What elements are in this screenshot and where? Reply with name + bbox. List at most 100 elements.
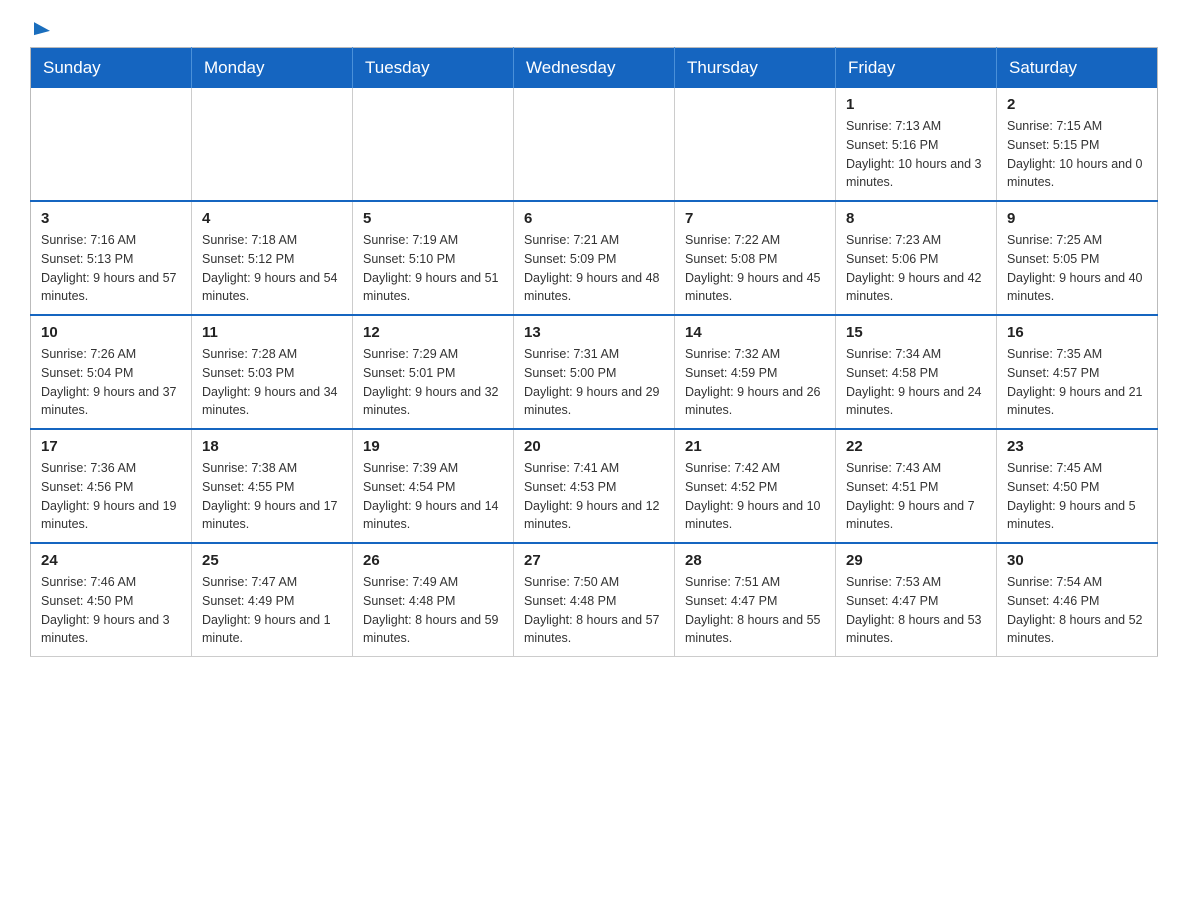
weekday-header-sunday: Sunday xyxy=(31,48,192,89)
day-number: 10 xyxy=(41,324,181,341)
week-row-3: 10 Sunrise: 7:26 AMSunset: 5:04 PMDayligh… xyxy=(31,315,1158,429)
weekday-header-thursday: Thursday xyxy=(675,48,836,89)
day-info: Sunrise: 7:22 AMSunset: 5:08 PMDaylight:… xyxy=(685,231,825,306)
day-number: 14 xyxy=(685,324,825,341)
calendar-cell: 29 Sunrise: 7:53 AMSunset: 4:47 PMDayligh… xyxy=(836,543,997,657)
calendar-cell: 21 Sunrise: 7:42 AMSunset: 4:52 PMDayligh… xyxy=(675,429,836,543)
weekday-header-saturday: Saturday xyxy=(997,48,1158,89)
day-info: Sunrise: 7:21 AMSunset: 5:09 PMDaylight:… xyxy=(524,231,664,306)
day-number: 16 xyxy=(1007,324,1147,341)
day-number: 11 xyxy=(202,324,342,341)
day-info: Sunrise: 7:43 AMSunset: 4:51 PMDaylight:… xyxy=(846,459,986,534)
calendar-cell: 5 Sunrise: 7:19 AMSunset: 5:10 PMDaylight… xyxy=(353,201,514,315)
day-info: Sunrise: 7:23 AMSunset: 5:06 PMDaylight:… xyxy=(846,231,986,306)
calendar-cell: 1 Sunrise: 7:13 AMSunset: 5:16 PMDaylight… xyxy=(836,88,997,201)
calendar-cell: 6 Sunrise: 7:21 AMSunset: 5:09 PMDaylight… xyxy=(514,201,675,315)
week-row-5: 24Sunrise: 7:46 AMSunset: 4:50 PMDayligh… xyxy=(31,543,1158,657)
day-info: Sunrise: 7:46 AMSunset: 4:50 PMDaylight:… xyxy=(41,573,181,648)
day-info: Sunrise: 7:18 AMSunset: 5:12 PMDaylight:… xyxy=(202,231,342,306)
calendar-cell: 4 Sunrise: 7:18 AMSunset: 5:12 PMDaylight… xyxy=(192,201,353,315)
day-number: 26 xyxy=(363,552,503,569)
day-info: Sunrise: 7:42 AMSunset: 4:52 PMDaylight:… xyxy=(685,459,825,534)
calendar-cell xyxy=(353,88,514,201)
calendar-cell xyxy=(514,88,675,201)
day-number: 21 xyxy=(685,438,825,455)
day-info: Sunrise: 7:29 AMSunset: 5:01 PMDaylight:… xyxy=(363,345,503,420)
day-info: Sunrise: 7:19 AMSunset: 5:10 PMDaylight:… xyxy=(363,231,503,306)
day-number: 8 xyxy=(846,210,986,227)
calendar-cell: 2 Sunrise: 7:15 AMSunset: 5:15 PMDaylight… xyxy=(997,88,1158,201)
day-number: 30 xyxy=(1007,552,1147,569)
day-info: Sunrise: 7:25 AMSunset: 5:05 PMDaylight:… xyxy=(1007,231,1147,306)
day-number: 2 xyxy=(1007,96,1147,113)
day-number: 17 xyxy=(41,438,181,455)
day-info: Sunrise: 7:39 AMSunset: 4:54 PMDaylight:… xyxy=(363,459,503,534)
calendar-cell: 19 Sunrise: 7:39 AMSunset: 4:54 PMDayligh… xyxy=(353,429,514,543)
day-info: Sunrise: 7:34 AMSunset: 4:58 PMDaylight:… xyxy=(846,345,986,420)
day-info: Sunrise: 7:51 AMSunset: 4:47 PMDaylight:… xyxy=(685,573,825,648)
day-info: Sunrise: 7:16 AMSunset: 5:13 PMDaylight:… xyxy=(41,231,181,306)
day-number: 1 xyxy=(846,96,986,113)
day-number: 12 xyxy=(363,324,503,341)
day-info: Sunrise: 7:54 AMSunset: 4:46 PMDaylight:… xyxy=(1007,573,1147,648)
day-number: 28 xyxy=(685,552,825,569)
day-info: Sunrise: 7:38 AMSunset: 4:55 PMDaylight:… xyxy=(202,459,342,534)
day-info: Sunrise: 7:13 AMSunset: 5:16 PMDaylight:… xyxy=(846,117,986,192)
weekday-header-row: SundayMondayTuesdayWednesdayThursdayFrid… xyxy=(31,48,1158,89)
weekday-header-tuesday: Tuesday xyxy=(353,48,514,89)
calendar-cell: 8 Sunrise: 7:23 AMSunset: 5:06 PMDaylight… xyxy=(836,201,997,315)
calendar-cell xyxy=(192,88,353,201)
day-number: 15 xyxy=(846,324,986,341)
calendar-cell: 10 Sunrise: 7:26 AMSunset: 5:04 PMDayligh… xyxy=(31,315,192,429)
calendar-cell: 15 Sunrise: 7:34 AMSunset: 4:58 PMDayligh… xyxy=(836,315,997,429)
day-info: Sunrise: 7:49 AMSunset: 4:48 PMDaylight:… xyxy=(363,573,503,648)
weekday-header-friday: Friday xyxy=(836,48,997,89)
calendar-cell: 26 Sunrise: 7:49 AMSunset: 4:48 PMDayligh… xyxy=(353,543,514,657)
calendar-cell: 7Sunrise: 7:22 AMSunset: 5:08 PMDaylight… xyxy=(675,201,836,315)
calendar-cell: 9 Sunrise: 7:25 AMSunset: 5:05 PMDaylight… xyxy=(997,201,1158,315)
week-row-4: 17 Sunrise: 7:36 AMSunset: 4:56 PMDayligh… xyxy=(31,429,1158,543)
calendar-cell xyxy=(31,88,192,201)
day-info: Sunrise: 7:53 AMSunset: 4:47 PMDaylight:… xyxy=(846,573,986,648)
day-number: 3 xyxy=(41,210,181,227)
calendar-cell: 23 Sunrise: 7:45 AMSunset: 4:50 PMDayligh… xyxy=(997,429,1158,543)
day-number: 5 xyxy=(363,210,503,227)
day-number: 20 xyxy=(524,438,664,455)
calendar-cell: 22 Sunrise: 7:43 AMSunset: 4:51 PMDayligh… xyxy=(836,429,997,543)
day-info: Sunrise: 7:32 AMSunset: 4:59 PMDaylight:… xyxy=(685,345,825,420)
day-number: 4 xyxy=(202,210,342,227)
day-number: 29 xyxy=(846,552,986,569)
day-info: Sunrise: 7:15 AMSunset: 5:15 PMDaylight:… xyxy=(1007,117,1147,192)
calendar-cell: 13Sunrise: 7:31 AMSunset: 5:00 PMDayligh… xyxy=(514,315,675,429)
day-number: 9 xyxy=(1007,210,1147,227)
weekday-header-wednesday: Wednesday xyxy=(514,48,675,89)
calendar-cell: 30 Sunrise: 7:54 AMSunset: 4:46 PMDayligh… xyxy=(997,543,1158,657)
week-row-1: 1 Sunrise: 7:13 AMSunset: 5:16 PMDaylight… xyxy=(31,88,1158,201)
weekday-header-monday: Monday xyxy=(192,48,353,89)
calendar-cell: 3 Sunrise: 7:16 AMSunset: 5:13 PMDaylight… xyxy=(31,201,192,315)
page-header xyxy=(30,20,1158,27)
day-info: Sunrise: 7:50 AMSunset: 4:48 PMDaylight:… xyxy=(524,573,664,648)
calendar-cell: 25Sunrise: 7:47 AMSunset: 4:49 PMDayligh… xyxy=(192,543,353,657)
day-info: Sunrise: 7:41 AMSunset: 4:53 PMDaylight:… xyxy=(524,459,664,534)
day-info: Sunrise: 7:31 AMSunset: 5:00 PMDaylight:… xyxy=(524,345,664,420)
calendar-cell: 14 Sunrise: 7:32 AMSunset: 4:59 PMDayligh… xyxy=(675,315,836,429)
day-info: Sunrise: 7:26 AMSunset: 5:04 PMDaylight:… xyxy=(41,345,181,420)
week-row-2: 3 Sunrise: 7:16 AMSunset: 5:13 PMDaylight… xyxy=(31,201,1158,315)
day-number: 19 xyxy=(363,438,503,455)
day-number: 23 xyxy=(1007,438,1147,455)
calendar-cell: 18Sunrise: 7:38 AMSunset: 4:55 PMDayligh… xyxy=(192,429,353,543)
day-number: 22 xyxy=(846,438,986,455)
calendar-cell: 16 Sunrise: 7:35 AMSunset: 4:57 PMDayligh… xyxy=(997,315,1158,429)
calendar-cell: 17 Sunrise: 7:36 AMSunset: 4:56 PMDayligh… xyxy=(31,429,192,543)
day-number: 6 xyxy=(524,210,664,227)
day-info: Sunrise: 7:45 AMSunset: 4:50 PMDaylight:… xyxy=(1007,459,1147,534)
calendar-table: SundayMondayTuesdayWednesdayThursdayFrid… xyxy=(30,47,1158,657)
day-info: Sunrise: 7:35 AMSunset: 4:57 PMDaylight:… xyxy=(1007,345,1147,420)
calendar-cell: 12 Sunrise: 7:29 AMSunset: 5:01 PMDayligh… xyxy=(353,315,514,429)
calendar-cell: 24Sunrise: 7:46 AMSunset: 4:50 PMDayligh… xyxy=(31,543,192,657)
calendar-cell: 27Sunrise: 7:50 AMSunset: 4:48 PMDayligh… xyxy=(514,543,675,657)
calendar-cell xyxy=(675,88,836,201)
calendar-cell: 28 Sunrise: 7:51 AMSunset: 4:47 PMDayligh… xyxy=(675,543,836,657)
day-info: Sunrise: 7:36 AMSunset: 4:56 PMDaylight:… xyxy=(41,459,181,534)
